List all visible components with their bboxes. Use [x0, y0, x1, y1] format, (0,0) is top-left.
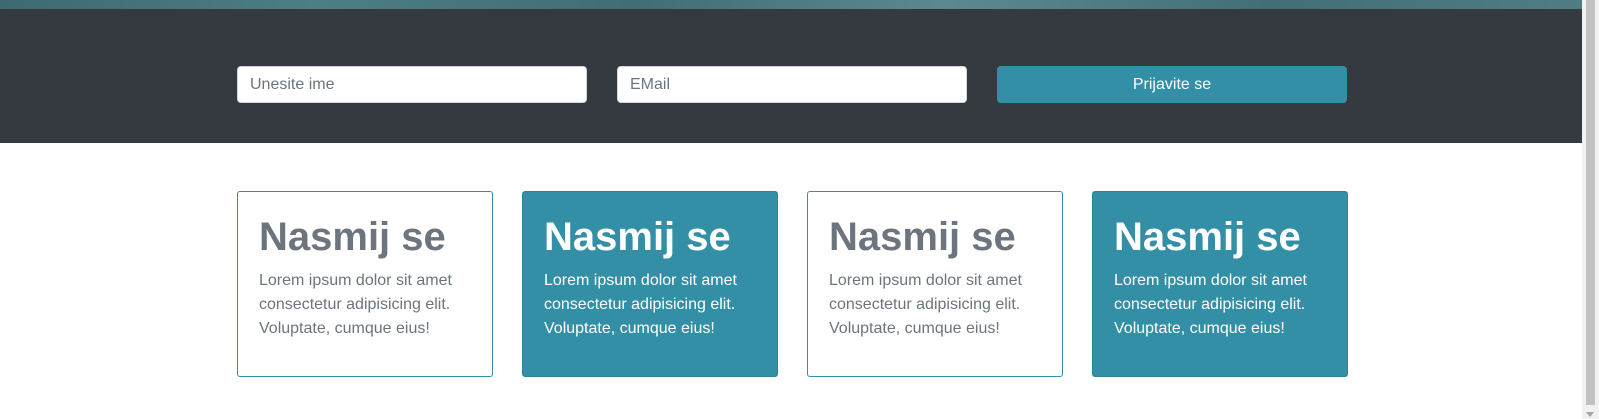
card-title: Nasmij se [1114, 215, 1301, 259]
card-3: Nasmij se Lorem ipsum dolor sit amet con… [807, 191, 1063, 377]
card-text: Lorem ipsum dolor sit amet consectetur a… [544, 272, 737, 337]
name-input[interactable] [237, 66, 587, 103]
card-1: Nasmij se Lorem ipsum dolor sit amet con… [237, 191, 493, 377]
card-4: Nasmij se Lorem ipsum dolor sit amet con… [1092, 191, 1348, 377]
card-text: Lorem ipsum dolor sit amet consectetur a… [829, 272, 1022, 337]
signup-button[interactable]: Prijavite se [997, 66, 1347, 103]
vertical-scrollbar[interactable] [1582, 0, 1599, 419]
card-text: Lorem ipsum dolor sit amet consectetur a… [259, 272, 452, 337]
page: Prijavite se Nasmij se Lorem ipsum dolor… [0, 0, 1599, 419]
card-2: Nasmij se Lorem ipsum dolor sit amet con… [522, 191, 778, 377]
card-title: Nasmij se [544, 215, 731, 259]
card-text: Lorem ipsum dolor sit amet consectetur a… [1114, 272, 1307, 337]
signup-section: Prijavite se [0, 9, 1582, 143]
card-title: Nasmij se [259, 215, 446, 259]
email-input[interactable] [617, 66, 967, 103]
card-title: Nasmij se [829, 215, 1016, 259]
hero-image-strip [0, 0, 1582, 9]
scrollbar-thumb[interactable] [1586, 0, 1595, 405]
card-row: Nasmij se Lorem ipsum dolor sit amet con… [237, 191, 1348, 377]
scroll-down-arrow-icon[interactable] [1586, 412, 1594, 417]
